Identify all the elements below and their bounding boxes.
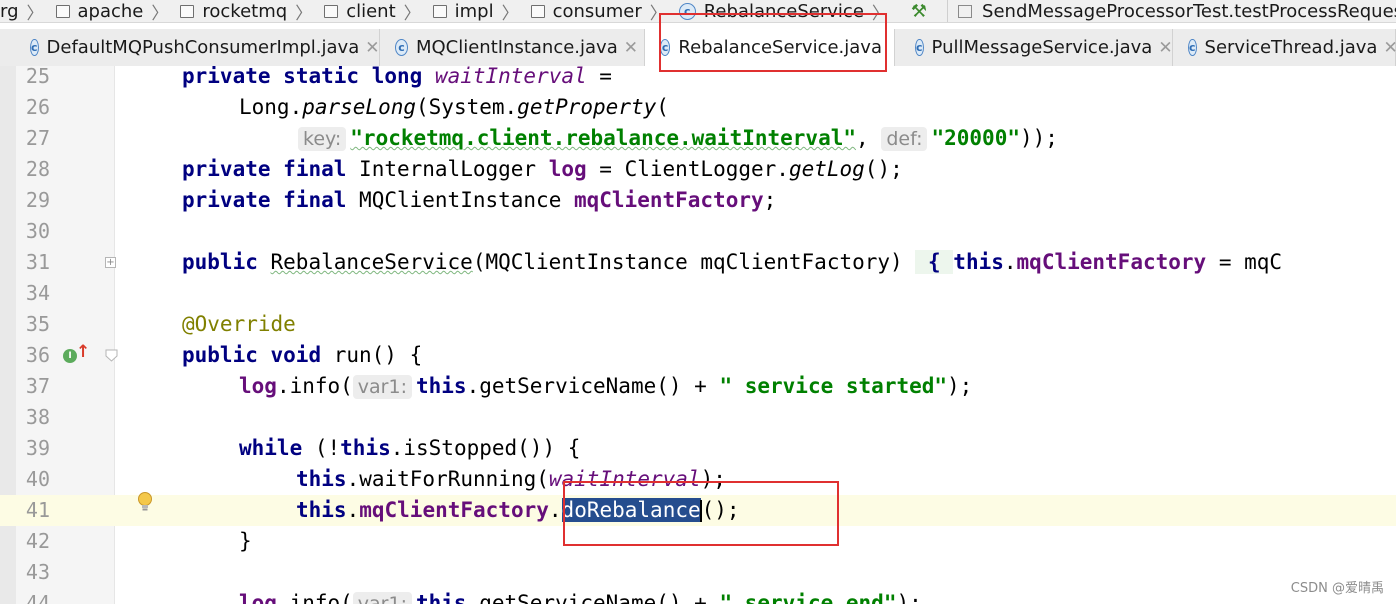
- code-line: 42 }: [25, 529, 252, 553]
- close-icon[interactable]: ✕: [1158, 38, 1172, 58]
- run-config-icon: [958, 4, 973, 18]
- breadcrumb-item-apache[interactable]: apache 〉: [44, 0, 169, 23]
- code-line: 31 + public RebalanceService(MQClientIns…: [25, 250, 1283, 274]
- build-hammer-icon[interactable]: ⚒: [911, 1, 927, 22]
- folder-icon: [55, 4, 70, 18]
- class-icon: c: [1188, 39, 1197, 56]
- code-line: 36 I ↑ public void run() {: [25, 342, 423, 367]
- breadcrumb-item-rebalanceservice[interactable]: c RebalanceService 〉: [667, 0, 889, 23]
- tab-rebalanceservice[interactable]: c RebalanceService.java: [645, 29, 895, 66]
- parameter-hint: def:: [881, 127, 928, 151]
- parameter-hint: var1:: [352, 592, 412, 604]
- fold-expand-icon[interactable]: +: [105, 257, 116, 268]
- breadcrumb-item-client[interactable]: client 〉: [312, 0, 421, 23]
- code-line: 27 key: "rocketmq.client.rebalance.waitIn…: [25, 126, 1058, 151]
- code-line: 30: [25, 219, 50, 243]
- chevron-right-icon: 〉: [151, 3, 169, 23]
- folder-icon: [324, 4, 339, 18]
- code-line: 34: [25, 281, 50, 305]
- tab-mqclientinstance[interactable]: c MQClientInstance.java ✕: [380, 29, 645, 66]
- breadcrumb-item-rg[interactable]: rg 〉: [0, 0, 44, 23]
- code-line: 35 @Override: [25, 312, 296, 336]
- watermark: CSDN @爱晴禹: [1290, 581, 1384, 596]
- parameter-hint: key:: [298, 127, 347, 151]
- fold-collapse-icon[interactable]: [105, 349, 118, 362]
- close-icon[interactable]: ✕: [1383, 38, 1396, 58]
- tab-servicethread[interactable]: c ServiceThread.java ✕: [1173, 29, 1396, 66]
- class-icon: c: [660, 39, 671, 56]
- folder-icon: [530, 4, 545, 18]
- breadcrumb-item-rocketmq[interactable]: rocketmq 〉: [168, 0, 313, 23]
- code-line: 37 log.info(var1: this.getServiceName() +…: [25, 374, 973, 399]
- chevron-right-icon: 〉: [403, 3, 421, 23]
- breadcrumb: rg 〉 apache 〉 rocketmq 〉 client 〉 impl 〉 cons…: [0, 0, 1396, 23]
- close-icon[interactable]: ✕: [624, 38, 638, 58]
- lightbulb-icon[interactable]: [136, 491, 154, 513]
- class-icon: c: [915, 39, 924, 56]
- chevron-right-icon: 〉: [871, 3, 889, 23]
- class-icon: c: [30, 39, 39, 56]
- class-icon: c: [395, 39, 408, 56]
- code-line: 38: [25, 405, 50, 429]
- tab-defaultmqpushconsumerimpl[interactable]: c DefaultMQPushConsumerImpl.java ✕: [0, 29, 380, 66]
- chevron-right-icon: 〉: [501, 3, 519, 23]
- selected-text: doRebalance: [561, 498, 701, 522]
- code-line-current: 41 this.mqClientFactory.doRebalance();: [0, 492, 1396, 526]
- chevron-right-icon: 〉: [649, 3, 667, 23]
- code-editor[interactable]: 25 private static long waitInterval = 26…: [0, 66, 1396, 604]
- code-line: 28 private final InternalLogger log = Cl…: [25, 157, 903, 181]
- code-line: 29 private final MQClientInstance mqClie…: [25, 188, 777, 212]
- parameter-hint: var1:: [352, 375, 412, 399]
- close-icon[interactable]: ✕: [365, 38, 379, 58]
- code-line: 40 this.waitForRunning(waitInterval);: [25, 467, 726, 491]
- folder-icon: [432, 4, 447, 18]
- editor-tabs: c DefaultMQPushConsumerImpl.java ✕ c MQC…: [0, 29, 1396, 67]
- implements-icon[interactable]: I: [63, 349, 77, 363]
- chevron-right-icon: 〉: [295, 3, 313, 23]
- folder-icon: [180, 4, 195, 18]
- chevron-right-icon: 〉: [26, 3, 44, 23]
- code-line: 39 while (!this.isStopped()) {: [25, 436, 581, 460]
- code-line: 25 private static long waitInterval =: [25, 66, 612, 88]
- breadcrumb-item-impl[interactable]: impl 〉: [421, 0, 519, 23]
- run-configuration[interactable]: SendMessageProcessorTest.testProcessRequ…: [947, 0, 1396, 22]
- code-line: 26 Long.parseLong(System.getProperty(: [25, 95, 669, 119]
- code-line: 44 log.info(var1: this.getServiceName() +…: [0, 588, 1396, 604]
- up-arrow-icon[interactable]: ↑: [76, 342, 90, 362]
- class-icon: c: [678, 2, 696, 20]
- breadcrumb-item-consumer[interactable]: consumer 〉: [519, 0, 667, 23]
- code-line: 43: [25, 560, 50, 584]
- tab-pullmessageservice[interactable]: c PullMessageService.java ✕: [895, 29, 1173, 66]
